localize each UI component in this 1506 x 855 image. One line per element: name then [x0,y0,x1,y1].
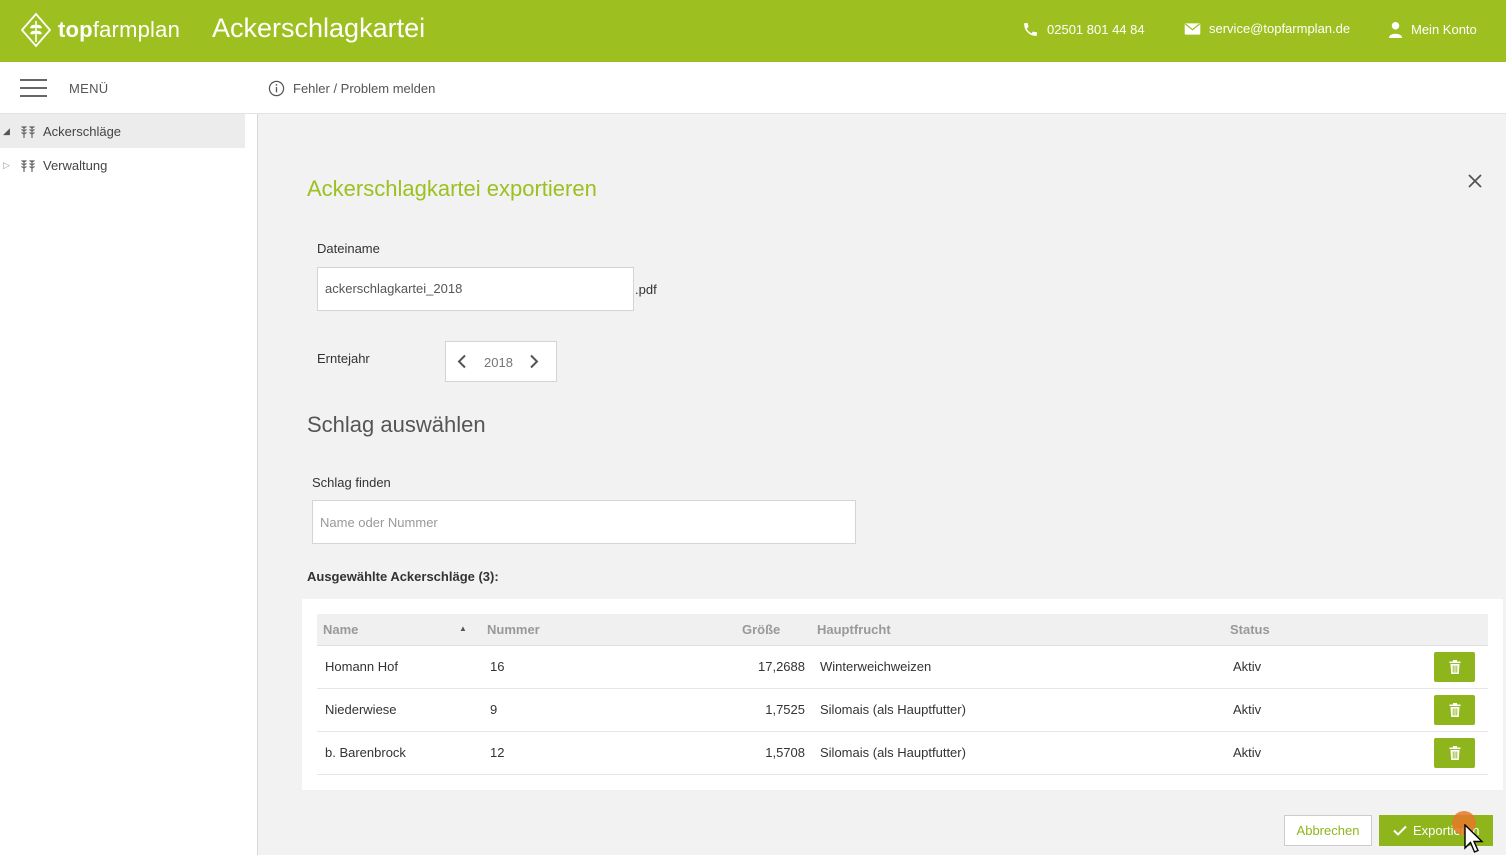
table-row: b. Barenbrock 12 1,5708 Silomais (als Ha… [317,732,1488,775]
cell-name: Homann Hof [325,659,398,674]
cell-size: 17,2688 [758,659,805,674]
chevron-right-icon[interactable] [528,354,540,369]
table-row: Homann Hof 16 17,2688 Winterweichweizen … [317,646,1488,689]
trash-icon [1449,746,1460,760]
cell-main-crop: Winterweichweizen [820,659,932,674]
selected-fields-table: Name ▲ Nummer Größe Hauptfrucht Status H… [302,599,1503,790]
sidebar-item-ackerschlaege[interactable]: ◢ Ackerschläge [0,114,245,148]
menu-label[interactable]: MENÜ [69,81,108,96]
sidebar-item-label: Verwaltung [43,157,108,173]
mouse-cursor-icon [1464,824,1484,853]
cell-name: b. Barenbrock [325,745,406,760]
column-header-number[interactable]: Nummer [487,622,540,637]
cell-size: 1,5708 [765,745,805,760]
cell-main-crop: Silomais (als Hauptfutter) [820,702,966,717]
report-problem-label: Fehler / Problem melden [293,81,436,96]
harvest-year-stepper: 2018 [445,341,557,382]
phone-number: 02501 801 44 84 [1047,22,1145,37]
expanded-caret-icon[interactable]: ◢ [3,126,10,137]
section-title: Schlag auswählen [307,412,486,437]
cell-name: Niederwiese [325,702,397,717]
harvest-year-value: 2018 [484,355,513,370]
checkmark-icon [1393,825,1407,836]
wheat-icon [21,159,35,172]
user-icon [1388,22,1403,38]
cell-main-crop: Silomais (als Hauptfutter) [820,745,966,760]
chevron-left-icon[interactable] [456,354,468,369]
info-icon [268,80,285,97]
sort-ascending-icon[interactable]: ▲ [459,624,467,633]
sidebar-item-verwaltung[interactable]: ▷ Verwaltung [0,148,245,182]
column-header-status[interactable]: Status [1230,622,1270,637]
sidebar: ◢ Ackerschläge ▷ Verwaltung [0,114,258,855]
cell-status: Aktiv [1233,745,1262,760]
account-label: Mein Konto [1411,22,1477,37]
envelope-icon [1184,22,1201,35]
trash-icon [1449,703,1460,717]
my-account-link[interactable]: Mein Konto [1388,21,1477,38]
cancel-button[interactable]: Abbrechen [1284,815,1372,846]
field-search-input[interactable] [312,500,856,544]
hamburger-menu-icon[interactable] [20,79,47,97]
topfarmplan-logo[interactable]: topfarmplan [20,12,180,48]
cell-number: 16 [490,659,505,674]
file-extension: .pdf [635,282,657,297]
harvest-year-label: Erntejahr [317,351,370,366]
selected-fields-heading: Ausgewählte Ackerschläge (3): [307,569,499,584]
export-dialog: Ackerschlagkartei exportieren Dateiname … [258,114,1506,855]
delete-row-button[interactable] [1434,738,1475,768]
column-header-size[interactable]: Größe [742,622,780,637]
email-address: service@topfarmplan.de [1209,21,1351,36]
cell-number: 9 [490,702,498,717]
column-header-name[interactable]: Name [323,622,358,637]
app-title: Ackerschlagkartei [212,13,426,43]
app-header: topfarmplan Ackerschlagkartei 02501 801 … [0,0,1506,62]
collapsed-caret-icon[interactable]: ▷ [3,160,10,171]
wheat-logo-icon [20,12,52,48]
trash-icon [1449,660,1460,674]
sidebar-item-label: Ackerschläge [43,123,122,139]
cell-number: 12 [490,745,505,760]
toolbar: MENÜ Fehler / Problem melden [0,62,1506,114]
header-phone[interactable]: 02501 801 44 84 [1022,21,1145,38]
phone-icon [1024,23,1037,36]
filename-input[interactable]: ackerschlagkartei_2018 [317,267,634,311]
table-row: Niederwiese 9 1,7525 Silomais (als Haupt… [317,689,1488,732]
cell-size: 1,7525 [765,702,805,717]
cell-status: Aktiv [1233,659,1262,674]
dialog-title: Ackerschlagkartei exportieren [307,176,597,201]
column-header-main-crop[interactable]: Hauptfrucht [817,622,891,637]
find-field-label: Schlag finden [312,475,391,490]
filename-label: Dateiname [317,241,380,256]
delete-row-button[interactable] [1434,652,1475,682]
logo-wordmark: topfarmplan [58,17,181,42]
report-problem-link[interactable]: Fehler / Problem melden [268,80,435,97]
cell-status: Aktiv [1233,702,1262,717]
table-header: Name ▲ Nummer Größe Hauptfrucht Status [317,614,1488,646]
close-icon[interactable] [1465,171,1485,191]
delete-row-button[interactable] [1434,695,1475,725]
wheat-icon [21,125,35,138]
header-email[interactable]: service@topfarmplan.de [1184,21,1350,36]
